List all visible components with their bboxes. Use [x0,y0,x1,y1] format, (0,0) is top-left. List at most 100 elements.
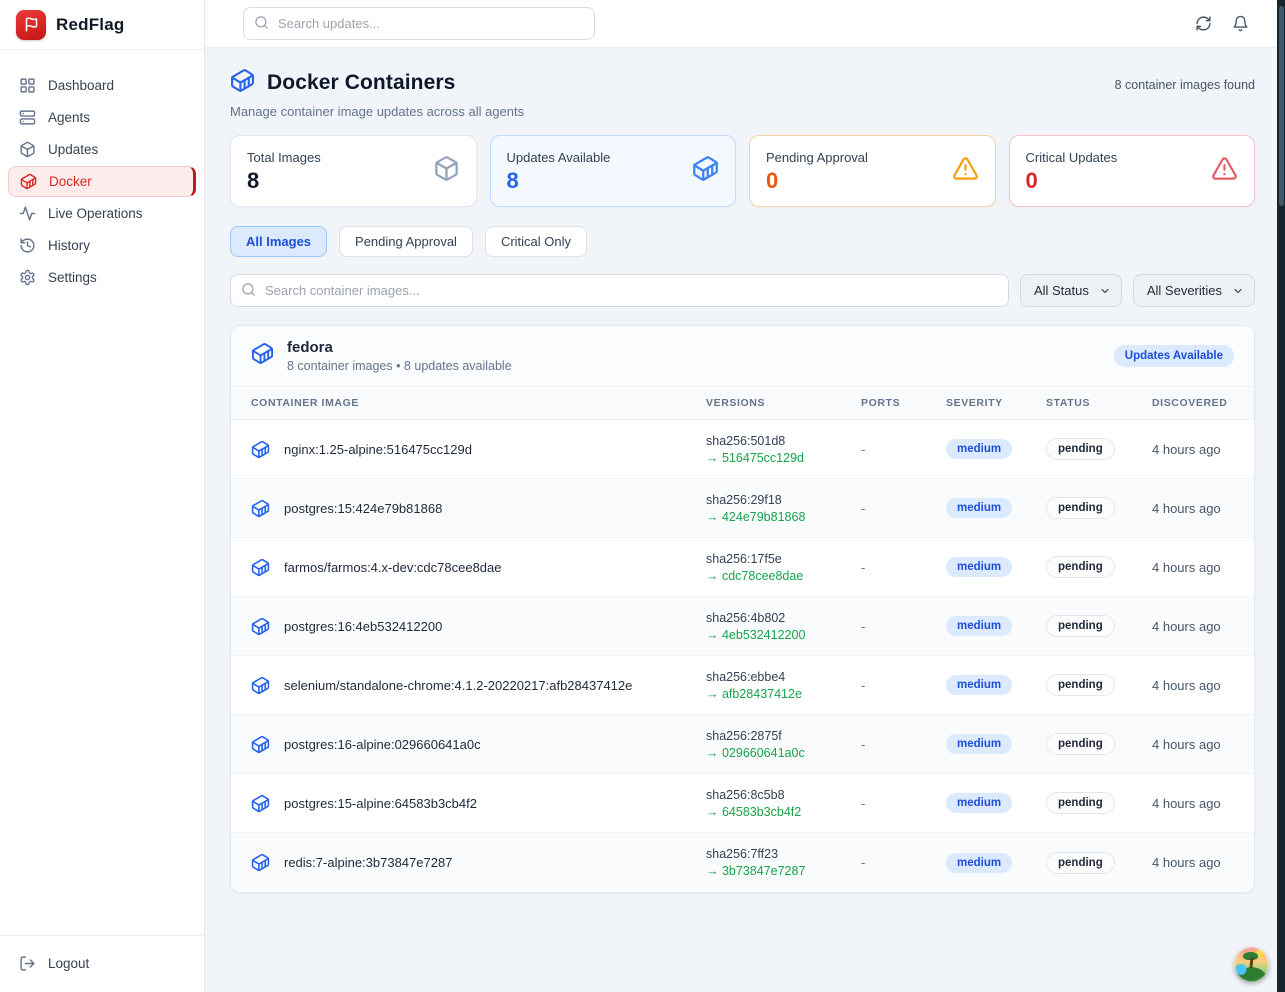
filter-tab-pending-approval[interactable]: Pending Approval [339,226,473,257]
status-cell: pending [1046,615,1152,637]
page-subtitle: Manage container image updates across al… [230,104,524,119]
table-row[interactable]: redis:7-alpine:3b73847e7287 sha256:7ff23… [231,833,1254,892]
image-search-input[interactable] [230,274,1009,307]
status-badge: pending [1046,438,1115,460]
container-image-cell: postgres:15:424e79b81868 [251,499,706,518]
column-header-discovered: DISCOVERED [1152,397,1234,409]
severity-cell: medium [946,616,1046,636]
container-image-cell: farmos/farmos:4.x-dev:cdc78cee8dae [251,558,706,577]
island-widget[interactable] [1234,947,1269,982]
page-header: Docker Containers Manage container image… [230,68,1255,119]
versions-cell: sha256:8c5b8 → 64583b3cb4f2 [706,788,861,819]
bell-icon[interactable] [1232,15,1249,32]
filter-tab-all-images[interactable]: All Images [230,226,327,257]
table-row[interactable]: selenium/standalone-chrome:4.1.2-2022021… [231,656,1254,715]
version-current: sha256:29f18 [706,493,861,507]
brand-name: RedFlag [56,15,124,35]
version-current: sha256:ebbe4 [706,670,861,684]
sidebar-item-label: History [48,238,90,253]
container-icon [20,173,37,190]
sidebar-item-agents[interactable]: Agents [8,102,196,133]
image-name: farmos/farmos:4.x-dev:cdc78cee8dae [284,560,502,575]
sidebar-item-updates[interactable]: Updates [8,134,196,165]
container-image-cell: selenium/standalone-chrome:4.1.2-2022021… [251,676,706,695]
sidebar-item-label: Live Operations [48,206,143,221]
severity-filter-value: All Severities [1147,283,1222,298]
stat-value: 0 [1026,168,1239,194]
version-current: sha256:7ff23 [706,847,861,861]
images-found-count: 8 container images found [1115,78,1255,92]
stat-label: Critical Updates [1026,150,1239,165]
status-cell: pending [1046,556,1152,578]
discovered-cell: 4 hours ago [1152,442,1234,457]
ports-cell: - [861,737,946,752]
status-cell: pending [1046,852,1152,874]
sidebar-item-label: Updates [48,142,98,157]
app-root: RedFlag Dashboard Agents Updates Docker … [0,0,1285,992]
sidebar-nav: Dashboard Agents Updates Docker Live Ope… [0,50,204,935]
main-area: Docker Containers Manage container image… [205,0,1285,992]
column-header-container-image: CONTAINER IMAGE [251,397,706,409]
column-header-status: STATUS [1046,397,1152,409]
sidebar-item-label: Docker [49,174,92,189]
versions-cell: sha256:7ff23 → 3b73847e7287 [706,847,861,878]
refresh-icon[interactable] [1195,15,1212,32]
stat-label: Updates Available [507,150,720,165]
container-icon [251,794,270,813]
page-scrollbar[interactable] [1277,0,1285,992]
sidebar-item-docker[interactable]: Docker [8,166,196,197]
severity-filter-select[interactable]: All Severities [1133,274,1255,307]
column-header-versions: VERSIONS [706,397,861,409]
status-badge: pending [1046,792,1115,814]
container-image-cell: postgres:15-alpine:64583b3cb4f2 [251,794,706,813]
scrollbar-thumb[interactable] [1279,6,1284,206]
table-row[interactable]: postgres:16:4eb532412200 sha256:4b802 → … [231,597,1254,656]
ports-cell: - [861,442,946,457]
sidebar-item-settings[interactable]: Settings [8,262,196,293]
group-name: fedora [287,339,512,356]
severity-cell: medium [946,853,1046,873]
severity-badge: medium [946,793,1012,813]
filter-tab-label: Critical Only [501,234,571,249]
topbar [205,0,1285,48]
container-icon [251,853,270,872]
logout-button[interactable]: Logout [8,948,196,979]
alert-icon [1211,155,1238,187]
logout-icon [19,955,36,972]
severity-badge: medium [946,616,1012,636]
status-badge: pending [1046,852,1115,874]
filter-tab-label: All Images [246,234,311,249]
version-new: → 516475cc129d [706,451,861,465]
version-new: → 4eb532412200 [706,628,861,642]
column-header-severity: SEVERITY [946,397,1046,409]
severity-cell: medium [946,793,1046,813]
status-filter-select[interactable]: All Status [1020,274,1122,307]
brand: RedFlag [0,0,204,50]
versions-cell: sha256:2875f → 029660641a0c [706,729,861,760]
ports-cell: - [861,619,946,634]
alert-icon [952,155,979,187]
stat-value: 8 [507,168,720,194]
status-badge: pending [1046,674,1115,696]
version-current: sha256:501d8 [706,434,861,448]
severity-cell: medium [946,439,1046,459]
redflag-logo [16,10,46,40]
table-row[interactable]: postgres:15-alpine:64583b3cb4f2 sha256:8… [231,774,1254,833]
sidebar-item-history[interactable]: History [8,230,196,261]
discovered-cell: 4 hours ago [1152,855,1234,870]
container-image-cell: postgres:16-alpine:029660641a0c [251,735,706,754]
discovered-cell: 4 hours ago [1152,560,1234,575]
container-image-cell: postgres:16:4eb532412200 [251,617,706,636]
image-name: postgres:15-alpine:64583b3cb4f2 [284,796,477,811]
table-row[interactable]: postgres:15:424e79b81868 sha256:29f18 → … [231,479,1254,538]
global-search-input[interactable] [243,7,595,40]
table-row[interactable]: farmos/farmos:4.x-dev:cdc78cee8dae sha25… [231,538,1254,597]
version-new: → afb28437412e [706,687,861,701]
sidebar-item-live-operations[interactable]: Live Operations [8,198,196,229]
version-current: sha256:4b802 [706,611,861,625]
filter-tab-critical-only[interactable]: Critical Only [485,226,587,257]
table-row[interactable]: postgres:16-alpine:029660641a0c sha256:2… [231,715,1254,774]
table-row[interactable]: nginx:1.25-alpine:516475cc129d sha256:50… [231,420,1254,479]
sidebar-item-dashboard[interactable]: Dashboard [8,70,196,101]
sidebar-item-label: Agents [48,110,90,125]
